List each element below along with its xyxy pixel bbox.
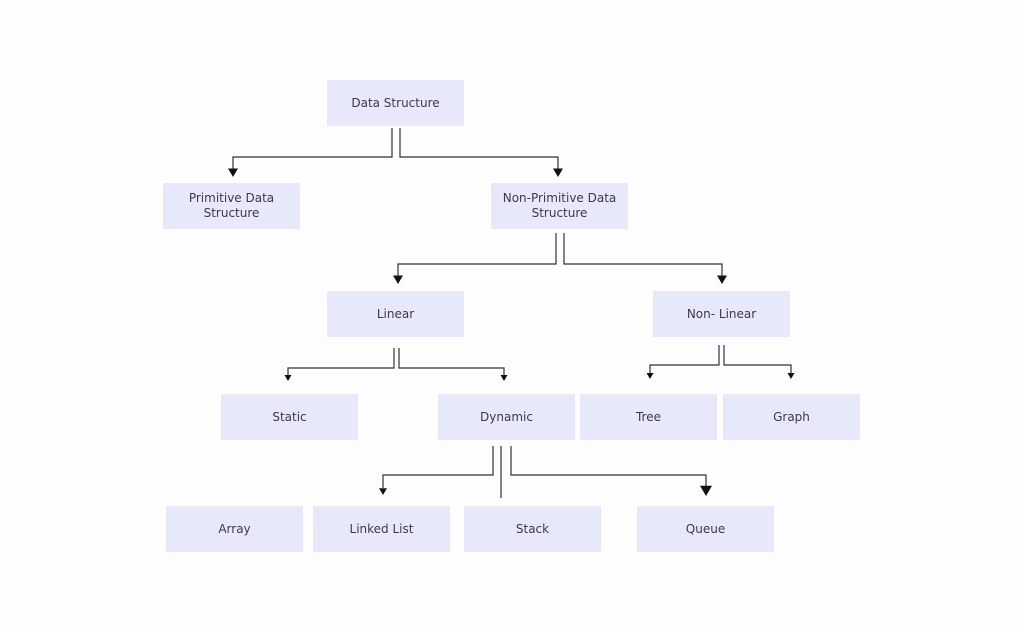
arrowhead-icon xyxy=(228,168,238,177)
node-primitive-data-structure: Primitive Data Structure xyxy=(163,183,300,229)
arrowhead-icon xyxy=(379,488,387,495)
edge-dynamic-to-queue xyxy=(510,446,712,496)
node-non-linear: Non- Linear xyxy=(653,291,790,337)
node-queue: Queue xyxy=(637,506,774,552)
connector-line xyxy=(510,446,707,486)
node-data-structure: Data Structure xyxy=(327,80,464,126)
edge-non-linear-to-graph xyxy=(723,345,795,379)
connector-line xyxy=(287,348,395,375)
arrowhead-icon xyxy=(646,373,654,379)
connector-line xyxy=(563,233,723,277)
node-array: Array xyxy=(166,506,303,552)
connector-line xyxy=(382,446,494,488)
node-stack: Stack xyxy=(464,506,601,552)
edge-linear-to-dynamic xyxy=(398,348,508,381)
arrowhead-icon xyxy=(700,485,712,496)
connector-line xyxy=(232,128,393,170)
edge-non-primitive-to-linear xyxy=(393,233,557,284)
node-linear: Linear xyxy=(327,291,464,337)
edge-data-structure-to-primitive xyxy=(228,128,393,177)
connector-line xyxy=(649,345,720,373)
node-non-primitive-data-structure: Non-Primitive Data Structure xyxy=(491,183,628,229)
connector-line xyxy=(399,128,559,170)
node-static: Static xyxy=(221,394,358,440)
edge-non-linear-to-tree xyxy=(646,345,720,379)
node-graph: Graph xyxy=(723,394,860,440)
arrowhead-icon xyxy=(787,373,795,379)
edge-dynamic-to-linked-list xyxy=(379,446,494,495)
edge-non-primitive-to-non-linear xyxy=(563,233,727,284)
connector-line xyxy=(398,348,505,375)
edge-data-structure-to-non-primitive xyxy=(399,128,563,177)
arrowhead-icon xyxy=(553,168,563,177)
edge-linear-to-static xyxy=(284,348,395,381)
connector-line xyxy=(397,233,557,277)
connector-line xyxy=(723,345,792,373)
node-tree: Tree xyxy=(580,394,717,440)
arrowhead-icon xyxy=(393,275,403,284)
arrowhead-icon xyxy=(717,275,727,284)
arrowhead-icon xyxy=(284,375,292,381)
node-linked-list: Linked List xyxy=(313,506,450,552)
arrowhead-icon xyxy=(500,375,508,381)
node-dynamic: Dynamic xyxy=(438,394,575,440)
